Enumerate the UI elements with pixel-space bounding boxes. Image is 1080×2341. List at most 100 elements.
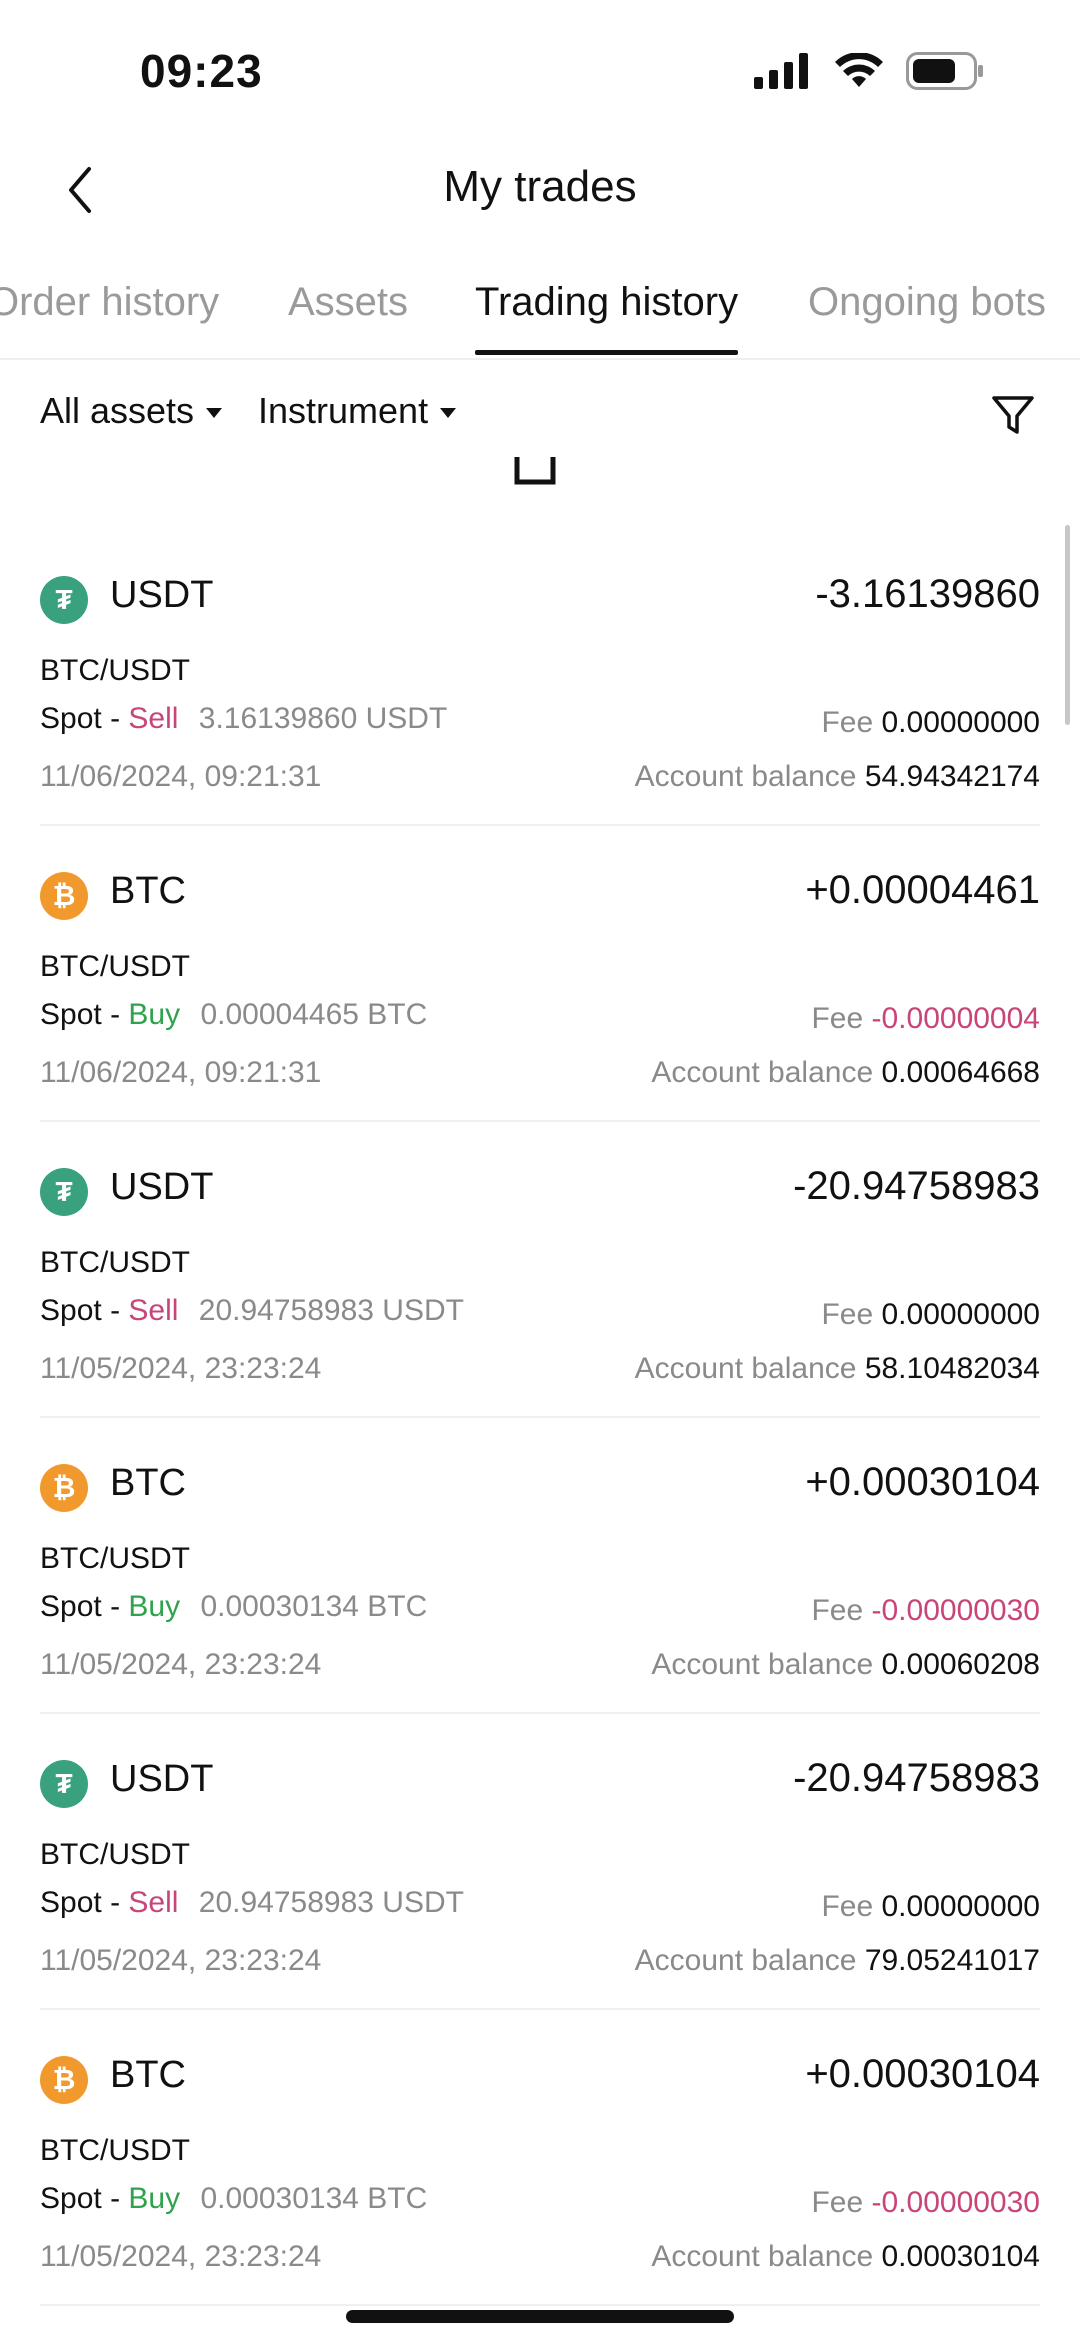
trade-datetime: 11/05/2024, 23:23:24 <box>40 2240 322 2273</box>
trade-pair: BTC/USDT <box>40 1542 190 1575</box>
market-label: Spot <box>40 702 102 735</box>
separator: - <box>110 1886 121 1919</box>
trade-pair: BTC/USDT <box>40 950 190 983</box>
home-indicator[interactable] <box>346 2310 734 2323</box>
trade-datetime: 11/06/2024, 09:21:31 <box>40 1056 322 1089</box>
status-time: 09:23 <box>140 45 263 97</box>
trade-type: Spot - Buy 0.00030134 BTC <box>40 1590 427 1624</box>
wifi-icon <box>835 53 883 87</box>
trade-type: Spot - Sell 20.94758983 USDT <box>40 1294 464 1328</box>
side-label: Buy <box>128 1590 181 1623</box>
trade-amount: +0.00030104 <box>805 1460 1040 1504</box>
asset-name: BTC <box>110 2054 186 2096</box>
cellular-signal-icon <box>754 53 808 89</box>
tab-ongoing-bots[interactable]: Ongoing bots <box>808 280 1046 325</box>
tether-icon: ₮ <box>40 1168 88 1216</box>
balance-label: Account balance <box>634 1944 857 1977</box>
trade-fee: Fee -0.00000030 <box>811 2186 1040 2220</box>
battery-icon <box>906 52 983 90</box>
market-label: Spot <box>40 1886 102 1919</box>
account-balance: Account balance 0.00060208 <box>651 1648 1040 1682</box>
caret-down-icon <box>206 408 223 418</box>
all-assets-label: All assets <box>40 390 195 431</box>
tether-icon: ₮ <box>40 576 88 624</box>
market-label: Spot <box>40 998 102 1031</box>
bitcoin-icon: ₿ <box>40 2056 88 2104</box>
balance-label: Account balance <box>651 2240 874 2273</box>
separator: - <box>110 702 121 735</box>
instrument-dropdown[interactable]: Instrument <box>258 390 457 432</box>
balance-value: 0.00060208 <box>881 1648 1041 1681</box>
side-label: Sell <box>128 702 179 735</box>
fee-value: 0.00000000 <box>881 706 1041 739</box>
bitcoin-icon: ₿ <box>40 872 88 920</box>
account-balance: Account balance 79.05241017 <box>635 1944 1040 1978</box>
trade-type: Spot - Buy 0.00030134 BTC <box>40 2182 427 2216</box>
list-item[interactable]: ₿ BTC +0.00030104 BTC/USDT Spot - Buy 0.… <box>0 1418 1080 1714</box>
trade-fee: Fee 0.00000000 <box>821 1890 1040 1924</box>
instrument-label: Instrument <box>258 390 429 431</box>
scrollbar[interactable] <box>1065 525 1070 725</box>
account-balance: Account balance 58.10482034 <box>635 1352 1040 1386</box>
trade-amount: -20.94758983 <box>793 1164 1040 1208</box>
trade-quantity: 0.00030134 BTC <box>200 1590 428 1623</box>
list-item[interactable]: ₮ USDT -20.94758983 BTC/USDT Spot - Sell… <box>0 1122 1080 1418</box>
tab-order-history[interactable]: Order history <box>0 280 219 325</box>
trade-amount: +0.00030104 <box>805 2052 1040 2096</box>
balance-label: Account balance <box>634 1352 857 1385</box>
asset-name: USDT <box>110 1758 214 1800</box>
balance-value: 54.94342174 <box>864 760 1040 793</box>
trades-list: ₮ USDT -3.16139860 BTC/USDT Spot - Sell … <box>0 530 1080 2306</box>
side-label: Sell <box>128 1886 179 1919</box>
asset-name: USDT <box>110 574 214 616</box>
trade-type: Spot - Sell 3.16139860 USDT <box>40 702 447 736</box>
side-label: Buy <box>128 2182 181 2215</box>
trade-type: Spot - Buy 0.00004465 BTC <box>40 998 427 1032</box>
tab-trading-history[interactable]: Trading history <box>475 280 739 355</box>
tether-icon: ₮ <box>40 1760 88 1808</box>
status-bar: 09:23 <box>0 0 1080 150</box>
side-label: Buy <box>128 998 181 1031</box>
asset-name: USDT <box>110 1166 214 1208</box>
list-item[interactable]: ₮ USDT -20.94758983 BTC/USDT Spot - Sell… <box>0 1714 1080 2010</box>
balance-value: 79.05241017 <box>864 1944 1040 1977</box>
bitcoin-icon: ₿ <box>40 1464 88 1512</box>
trade-datetime: 11/05/2024, 23:23:24 <box>40 1352 322 1385</box>
separator: - <box>110 1294 121 1327</box>
trade-quantity: 3.16139860 USDT <box>198 702 448 735</box>
all-assets-dropdown[interactable]: All assets <box>40 390 223 432</box>
tab-bar: Order history Assets Trading history Ong… <box>0 262 1080 360</box>
fee-value: -0.00000004 <box>871 1002 1041 1035</box>
trade-fee: Fee -0.00000004 <box>811 1002 1040 1036</box>
account-balance: Account balance 0.00064668 <box>651 1056 1040 1090</box>
trade-datetime: 11/06/2024, 09:21:31 <box>40 760 322 793</box>
fee-label: Fee <box>821 1298 874 1331</box>
list-item[interactable]: ₿ BTC +0.00030104 BTC/USDT Spot - Buy 0.… <box>0 2010 1080 2306</box>
filter-funnel-icon[interactable] <box>990 392 1036 438</box>
divider <box>40 2304 1040 2306</box>
trade-amount: -20.94758983 <box>793 1756 1040 1800</box>
page-title: My trades <box>443 162 637 211</box>
trade-quantity: 20.94758983 USDT <box>198 1886 464 1919</box>
fee-label: Fee <box>811 1594 864 1627</box>
fee-value: -0.00000030 <box>871 2186 1041 2219</box>
trade-amount: -3.16139860 <box>815 572 1040 616</box>
account-balance: Account balance 54.94342174 <box>635 760 1040 794</box>
fee-label: Fee <box>811 2186 864 2219</box>
trade-pair: BTC/USDT <box>40 2134 190 2167</box>
fee-label: Fee <box>821 706 874 739</box>
fee-label: Fee <box>821 1890 874 1923</box>
filter-bar: All assets Instrument <box>0 380 1080 450</box>
tab-assets[interactable]: Assets <box>288 280 408 325</box>
refresh-loader-icon <box>514 457 556 485</box>
balance-value: 0.00030104 <box>881 2240 1041 2273</box>
market-label: Spot <box>40 2182 102 2215</box>
list-item[interactable]: ₿ BTC +0.00004461 BTC/USDT Spot - Buy 0.… <box>0 826 1080 1122</box>
trade-fee: Fee 0.00000000 <box>821 1298 1040 1332</box>
fee-label: Fee <box>811 1002 864 1035</box>
list-item[interactable]: ₮ USDT -3.16139860 BTC/USDT Spot - Sell … <box>0 530 1080 826</box>
fee-value: 0.00000000 <box>881 1298 1041 1331</box>
market-label: Spot <box>40 1590 102 1623</box>
trade-quantity: 0.00030134 BTC <box>200 2182 428 2215</box>
status-icons <box>754 52 984 90</box>
